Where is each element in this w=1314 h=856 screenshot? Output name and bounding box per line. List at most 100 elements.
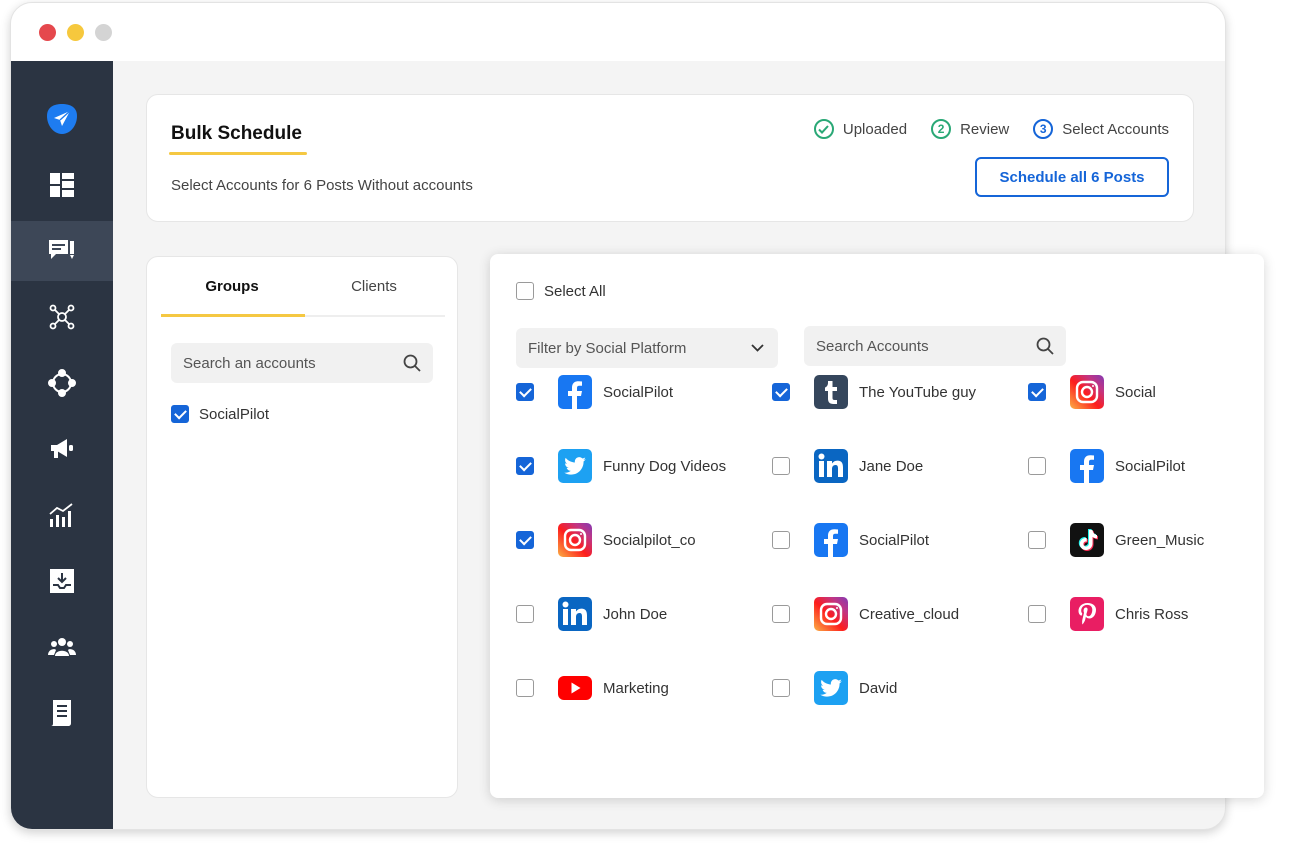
account-name: Jane Doe bbox=[859, 457, 924, 475]
minimize-window-button[interactable] bbox=[67, 24, 84, 41]
dashboard-icon bbox=[50, 173, 74, 197]
schedule-all-button[interactable]: Schedule all 6 Posts bbox=[975, 157, 1169, 197]
send-icon bbox=[47, 104, 77, 134]
group-checkbox[interactable] bbox=[171, 405, 189, 423]
analytics-icon bbox=[49, 503, 73, 527]
check-circle-icon bbox=[813, 119, 834, 139]
account-item[interactable]: Funny Dog Videos bbox=[516, 449, 726, 483]
sidebar-item-dashboard[interactable] bbox=[11, 155, 113, 215]
account-checkbox[interactable] bbox=[516, 679, 534, 697]
sidebar-item-connections[interactable] bbox=[11, 287, 113, 347]
tiktok-icon bbox=[1070, 523, 1104, 557]
chevron-down-icon bbox=[751, 344, 764, 352]
search-icon bbox=[403, 354, 421, 372]
sidebar-item-analytics[interactable] bbox=[11, 485, 113, 545]
group-item-socialpilot[interactable]: SocialPilot bbox=[171, 405, 269, 423]
search-placeholder: Search an accounts bbox=[183, 354, 316, 372]
instagram-icon bbox=[1070, 375, 1104, 409]
sidebar-item-posts[interactable] bbox=[11, 221, 113, 281]
youtube-icon bbox=[558, 671, 592, 705]
account-checkbox[interactable] bbox=[1028, 457, 1046, 475]
pinterest-icon bbox=[1070, 597, 1104, 631]
account-name: Funny Dog Videos bbox=[603, 457, 727, 475]
select-all[interactable]: Select All bbox=[516, 282, 606, 300]
accounts-panel: Select All Filter by Social Platform Sea… bbox=[490, 254, 1264, 798]
tumblr-icon bbox=[814, 375, 848, 409]
account-name: Socialpilot_co bbox=[603, 531, 696, 549]
group-search-input[interactable]: Search an accounts bbox=[171, 343, 433, 383]
account-checkbox[interactable] bbox=[772, 457, 790, 475]
linkedin-icon bbox=[814, 449, 848, 483]
sidebar-item-campaigns[interactable] bbox=[11, 419, 113, 479]
select-all-checkbox[interactable] bbox=[516, 282, 534, 300]
account-checkbox[interactable] bbox=[1028, 531, 1046, 549]
twitter-icon bbox=[814, 671, 848, 705]
megaphone-icon bbox=[51, 439, 73, 458]
account-checkbox[interactable] bbox=[516, 531, 534, 549]
zoom-window-button[interactable] bbox=[95, 24, 112, 41]
account-checkbox[interactable] bbox=[1028, 605, 1046, 623]
team-icon bbox=[48, 638, 76, 656]
account-name: Social bbox=[1115, 383, 1156, 401]
title-underline bbox=[169, 152, 307, 155]
account-item[interactable]: Green_Music bbox=[1028, 523, 1204, 557]
facebook-icon bbox=[814, 523, 848, 557]
account-item[interactable]: Chris Ross bbox=[1028, 597, 1188, 631]
step-label: Select Accounts bbox=[1062, 120, 1169, 138]
instagram-icon bbox=[558, 523, 592, 557]
sidebar-item-send[interactable] bbox=[11, 89, 113, 149]
account-item[interactable]: Creative_cloud bbox=[772, 597, 959, 631]
reports-icon bbox=[51, 700, 71, 726]
sidebar bbox=[11, 61, 113, 829]
bulk-schedule-header: Bulk Schedule Select Accounts for 6 Post… bbox=[146, 94, 1194, 222]
account-search-input[interactable]: Search Accounts bbox=[804, 326, 1066, 366]
sidebar-item-inbox[interactable] bbox=[11, 551, 113, 611]
account-checkbox[interactable] bbox=[516, 383, 534, 401]
account-checkbox[interactable] bbox=[772, 679, 790, 697]
account-checkbox[interactable] bbox=[516, 605, 534, 623]
account-name: Creative_cloud bbox=[859, 605, 960, 623]
account-item[interactable]: SocialPilot bbox=[772, 523, 929, 557]
account-item[interactable]: Jane Doe bbox=[772, 449, 923, 483]
platform-filter-select[interactable]: Filter by Social Platform bbox=[516, 328, 778, 368]
close-window-button[interactable] bbox=[39, 24, 56, 41]
account-checkbox[interactable] bbox=[516, 457, 534, 475]
progress-steps: Uploaded 2 Review 3 Select Accounts bbox=[813, 119, 1169, 139]
inbox-icon bbox=[50, 569, 74, 593]
sidebar-item-team[interactable] bbox=[11, 617, 113, 677]
account-checkbox[interactable] bbox=[772, 383, 790, 401]
tab-groups[interactable]: Groups bbox=[161, 269, 305, 317]
groups-panel: Groups Clients Search an accounts Social… bbox=[146, 256, 458, 798]
account-checkbox[interactable] bbox=[1028, 383, 1046, 401]
sidebar-item-reports[interactable] bbox=[11, 683, 113, 743]
account-item[interactable]: David bbox=[772, 671, 897, 705]
group-label: SocialPilot bbox=[199, 405, 270, 423]
page-title: Bulk Schedule bbox=[171, 123, 302, 144]
tab-clients[interactable]: Clients bbox=[303, 269, 445, 315]
account-item[interactable]: The YouTube guy bbox=[772, 375, 976, 409]
account-item[interactable]: SocialPilot bbox=[516, 375, 673, 409]
step-number: 2 bbox=[931, 119, 952, 139]
account-name: Chris Ross bbox=[1115, 605, 1189, 623]
account-name: SocialPilot bbox=[603, 383, 674, 401]
account-name: Green_Music bbox=[1115, 531, 1205, 549]
posts-icon bbox=[49, 240, 74, 259]
filter-label: Filter by Social Platform bbox=[528, 339, 687, 357]
account-name: David bbox=[859, 679, 898, 697]
account-item[interactable]: SocialPilot bbox=[1028, 449, 1185, 483]
connections-icon bbox=[49, 304, 75, 330]
step-number: 3 bbox=[1033, 119, 1054, 139]
facebook-icon bbox=[558, 375, 592, 409]
linkedin-icon bbox=[558, 597, 592, 631]
sidebar-item-network[interactable] bbox=[11, 353, 113, 413]
account-item[interactable]: Social bbox=[1028, 375, 1156, 409]
search-icon bbox=[1036, 337, 1054, 355]
account-item[interactable]: Socialpilot_co bbox=[516, 523, 696, 557]
step-select-accounts: 3 Select Accounts bbox=[1033, 119, 1169, 139]
account-checkbox[interactable] bbox=[772, 531, 790, 549]
account-item[interactable]: Marketing bbox=[516, 671, 669, 705]
account-name: SocialPilot bbox=[859, 531, 930, 549]
account-item[interactable]: John Doe bbox=[516, 597, 667, 631]
step-review: 2 Review bbox=[931, 119, 1009, 139]
account-checkbox[interactable] bbox=[772, 605, 790, 623]
